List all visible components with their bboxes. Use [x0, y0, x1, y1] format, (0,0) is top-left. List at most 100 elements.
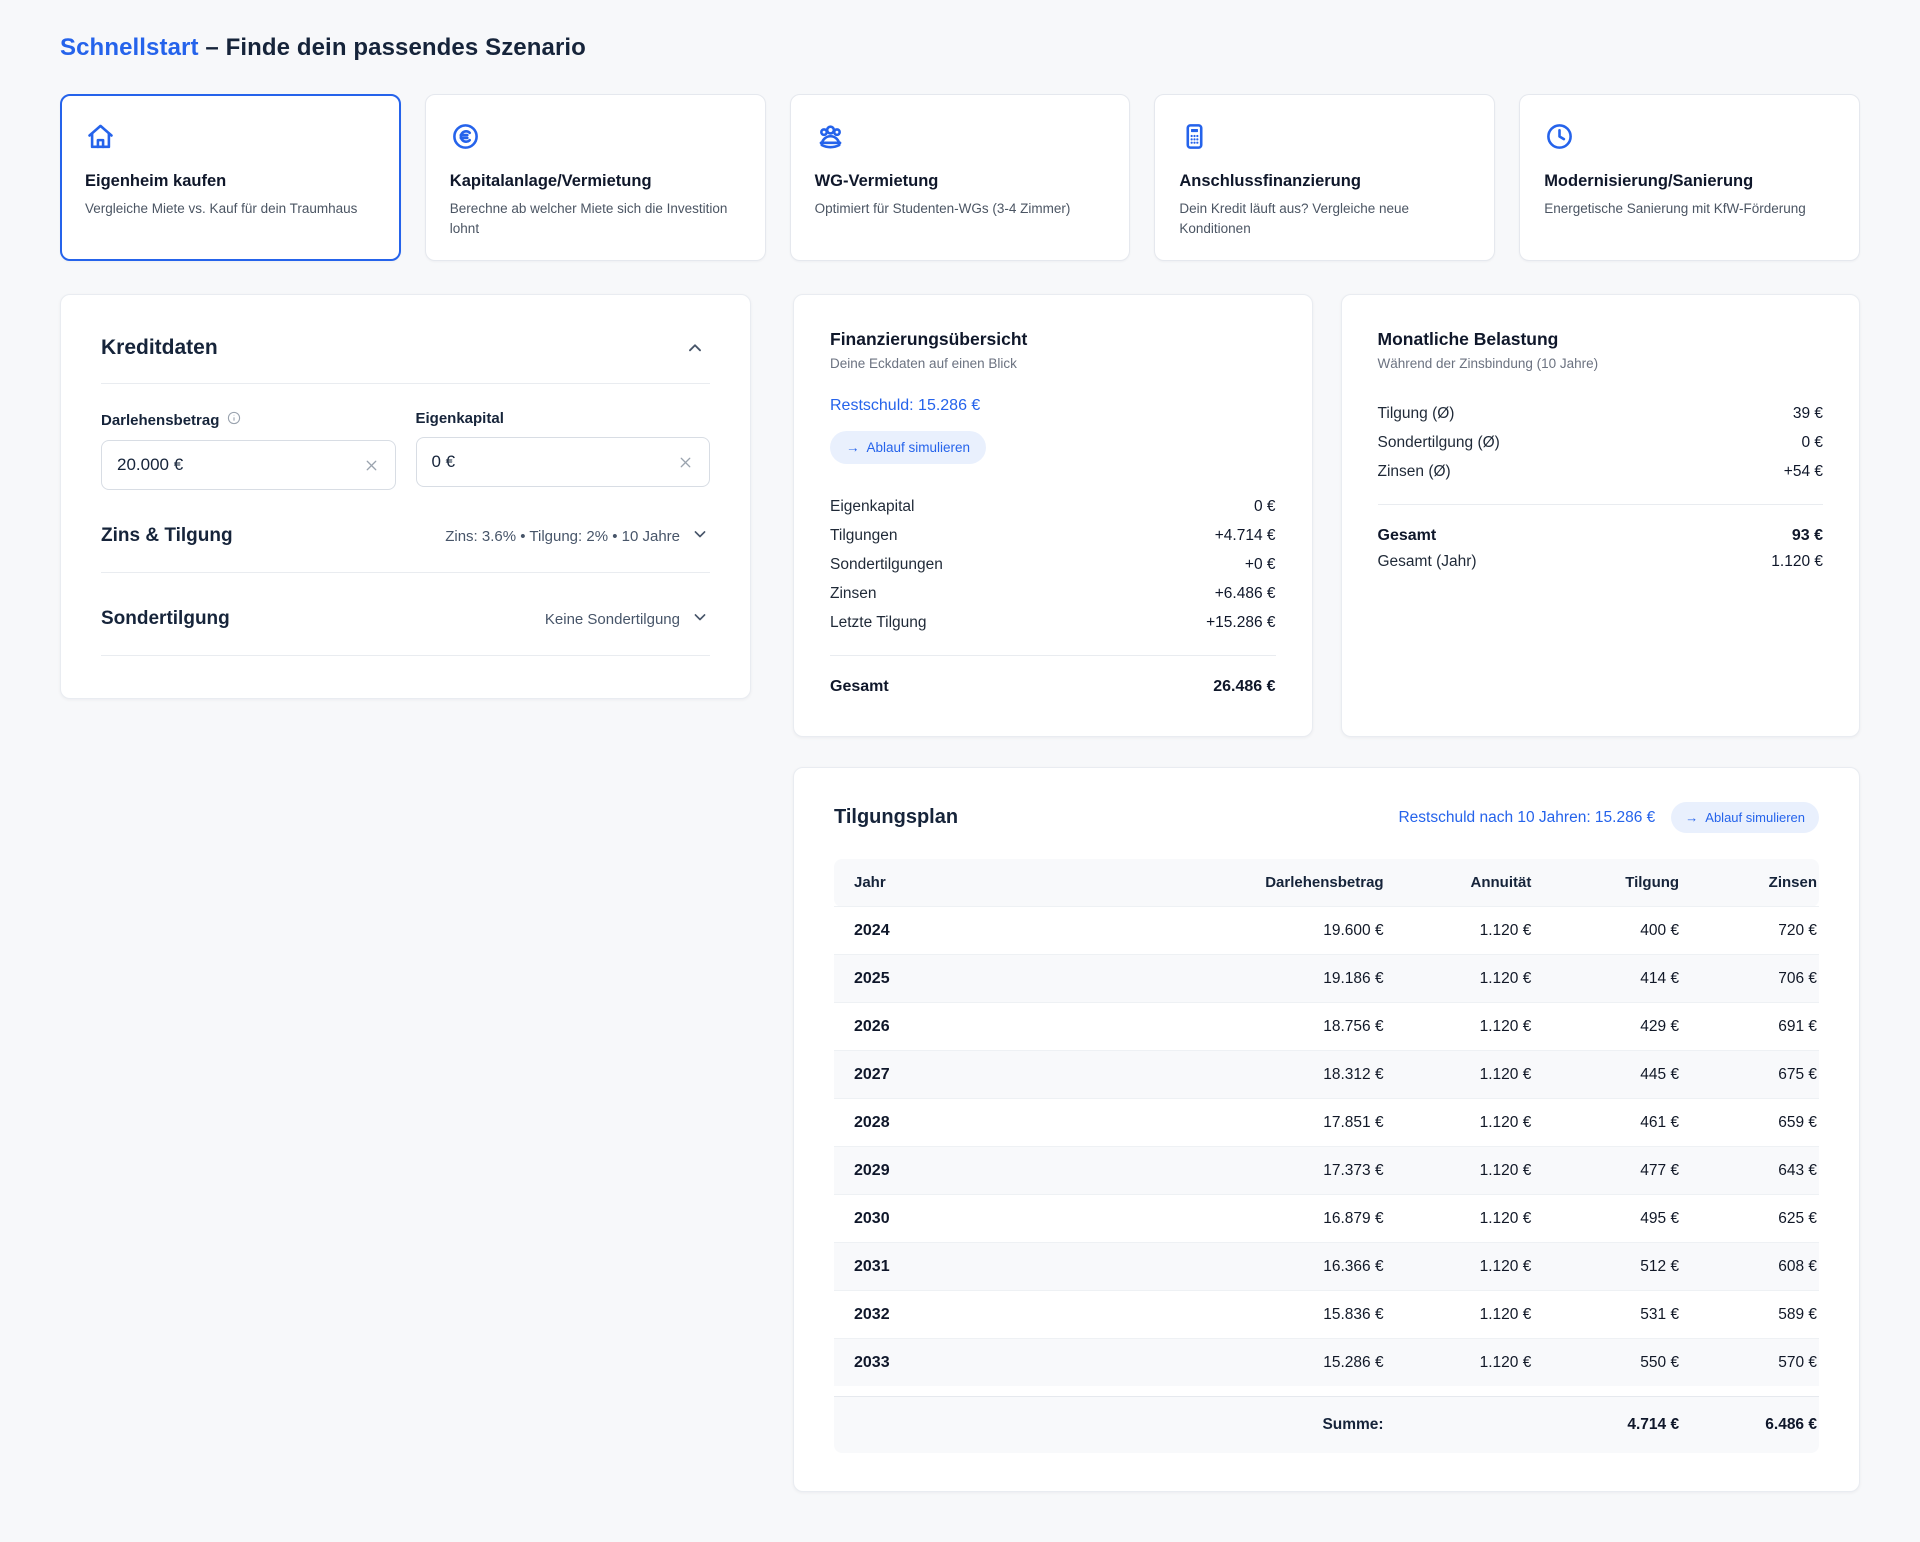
cell-tilgung: 400 € [1533, 907, 1681, 955]
home-icon [85, 121, 376, 157]
restschuld-link[interactable]: Restschuld: 15.286 € [830, 397, 980, 415]
card-title: Kapitalanlage/Vermietung [450, 172, 741, 191]
scenario-cards: Eigenheim kaufen Vergleiche Miete vs. Ka… [60, 94, 1860, 261]
monatliche-belastung-title: Monatliche Belastung [1378, 329, 1824, 350]
cell-darlehensbetrag: 19.600 € [1031, 907, 1386, 955]
column-header-annuitaet: Annuität [1386, 859, 1534, 907]
tilgungsplan-title: Tilgungsplan [834, 806, 958, 829]
cell-zinsen: 720 € [1681, 907, 1819, 955]
row-label: Eigenkapital [830, 498, 914, 516]
finanzierung-row: Letzte Tilgung +15.286 € [830, 608, 1276, 637]
cell-jahr: 2026 [834, 1003, 1031, 1051]
scenario-card-modernisierung[interactable]: Modernisierung/Sanierung Energetische Sa… [1519, 94, 1860, 261]
cell-tilgung: 477 € [1533, 1147, 1681, 1195]
cell-darlehensbetrag: 16.879 € [1031, 1195, 1386, 1243]
row-label: Tilgung (Ø) [1378, 405, 1455, 423]
divider [1378, 504, 1824, 505]
restschuld-nach-10-jahren-link[interactable]: Restschuld nach 10 Jahren: 15.286 € [1398, 809, 1655, 827]
cell-zinsen: 589 € [1681, 1291, 1819, 1339]
scenario-card-anschlussfinanzierung[interactable]: Anschlussfinanzierung Dein Kredit läuft … [1154, 94, 1495, 261]
total-year-value: 1.120 € [1771, 553, 1823, 571]
finanzierungsuebersicht-title: Finanzierungsübersicht [830, 329, 1276, 350]
tilgungsplan-panel: Tilgungsplan Restschuld nach 10 Jahren: … [793, 767, 1860, 1492]
belastung-rows: Tilgung (Ø)39 € Sondertilgung (Ø)0 € Zin… [1378, 399, 1824, 486]
finanzierung-row: Tilgungen +4.714 € [830, 521, 1276, 550]
darlehensbetrag-field: Darlehensbetrag [101, 410, 396, 490]
tilgungsplan-table: Jahr Darlehensbetrag Annuität Tilgung Zi… [834, 859, 1819, 1386]
sondertilgung-row[interactable]: Sondertilgung Keine Sondertilgung [101, 607, 710, 656]
row-label: Letzte Tilgung [830, 614, 927, 632]
cell-zinsen: 643 € [1681, 1147, 1819, 1195]
kreditdaten-panel: Kreditdaten Darlehensbetrag [60, 294, 751, 699]
eigenkapital-input[interactable] [432, 452, 675, 472]
table-row: 202817.851 €1.120 €461 €659 € [834, 1099, 1819, 1147]
total-label: Gesamt [830, 678, 889, 696]
row-label: Tilgungen [830, 527, 898, 545]
cell-tilgung: 414 € [1533, 955, 1681, 1003]
cell-darlehensbetrag: 16.366 € [1031, 1243, 1386, 1291]
table-row: 203315.286 €1.120 €550 €570 € [834, 1339, 1819, 1387]
table-row: 202519.186 €1.120 €414 €706 € [834, 955, 1819, 1003]
cell-jahr: 2031 [834, 1243, 1031, 1291]
summe-zinsen: 6.486 € [1681, 1416, 1819, 1434]
ablauf-simulieren-button[interactable]: → Ablauf simulieren [830, 431, 986, 464]
cell-jahr: 2030 [834, 1195, 1031, 1243]
eigenkapital-label: Eigenkapital [416, 410, 504, 427]
zins-tilgung-label: Zins & Tilgung [101, 525, 233, 547]
finanzierung-row: Eigenkapital0 € [830, 492, 1276, 521]
row-value: +4.714 € [1215, 527, 1276, 545]
cell-zinsen: 675 € [1681, 1051, 1819, 1099]
main-area: Kreditdaten Darlehensbetrag [60, 294, 1860, 1492]
row-value: +15.286 € [1206, 614, 1275, 632]
card-description: Dein Kredit läuft aus? Vergleiche neue K… [1179, 199, 1470, 238]
card-description: Vergleiche Miete vs. Kauf für dein Traum… [85, 199, 376, 219]
page: Schnellstart – Finde dein passendes Szen… [0, 0, 1920, 1542]
table-row: 203215.836 €1.120 €531 €589 € [834, 1291, 1819, 1339]
arrow-right-icon: → [1685, 810, 1698, 825]
darlehensbetrag-input-wrap [101, 440, 396, 490]
row-value: 39 € [1793, 405, 1823, 423]
info-icon[interactable] [226, 410, 242, 430]
arrow-right-icon: → [846, 440, 860, 455]
cell-annuitaet: 1.120 € [1386, 1243, 1534, 1291]
row-value: 0 € [1801, 434, 1823, 452]
summe-row: Summe: 4.714 € 6.486 € [834, 1396, 1819, 1453]
card-description: Berechne ab welcher Miete sich die Inves… [450, 199, 741, 238]
table-row: 203016.879 €1.120 €495 €625 € [834, 1195, 1819, 1243]
cell-zinsen: 608 € [1681, 1243, 1819, 1291]
cell-jahr: 2027 [834, 1051, 1031, 1099]
users-icon [815, 121, 1106, 157]
collapse-button[interactable] [680, 333, 710, 363]
cell-zinsen: 691 € [1681, 1003, 1819, 1051]
cell-annuitaet: 1.120 € [1386, 955, 1534, 1003]
cell-jahr: 2033 [834, 1339, 1031, 1387]
cell-darlehensbetrag: 18.756 € [1031, 1003, 1386, 1051]
finanzierungsuebersicht-panel: Finanzierungsübersicht Deine Eckdaten au… [793, 294, 1313, 737]
cell-annuitaet: 1.120 € [1386, 1099, 1534, 1147]
ablauf-simulieren-button[interactable]: → Ablauf simulieren [1671, 802, 1819, 833]
scenario-card-eigenheim[interactable]: Eigenheim kaufen Vergleiche Miete vs. Ka… [60, 94, 401, 261]
cell-tilgung: 445 € [1533, 1051, 1681, 1099]
chevron-up-icon [684, 347, 706, 362]
table-row: 202618.756 €1.120 €429 €691 € [834, 1003, 1819, 1051]
clear-darlehensbetrag-button[interactable] [360, 454, 383, 477]
chevron-down-icon [690, 607, 710, 631]
scenario-card-kapitalanlage[interactable]: Kapitalanlage/Vermietung Berechne ab wel… [425, 94, 766, 261]
zins-tilgung-row[interactable]: Zins & Tilgung Zins: 3.6% • Tilgung: 2% … [101, 524, 710, 573]
cell-tilgung: 461 € [1533, 1099, 1681, 1147]
darlehensbetrag-input[interactable] [117, 455, 360, 475]
card-title: WG-Vermietung [815, 172, 1106, 191]
belastung-row: Zinsen (Ø)+54 € [1378, 457, 1824, 486]
eigenkapital-input-wrap [416, 437, 711, 487]
clear-eigenkapital-button[interactable] [674, 451, 697, 474]
cell-darlehensbetrag: 17.373 € [1031, 1147, 1386, 1195]
scenario-card-wg-vermietung[interactable]: WG-Vermietung Optimiert für Studenten-WG… [790, 94, 1131, 261]
belastung-total-year: Gesamt (Jahr) 1.120 € [1378, 549, 1824, 575]
page-title: Schnellstart – Finde dein passendes Szen… [60, 34, 1860, 62]
cell-annuitaet: 1.120 € [1386, 1195, 1534, 1243]
cell-tilgung: 429 € [1533, 1003, 1681, 1051]
cell-darlehensbetrag: 18.312 € [1031, 1051, 1386, 1099]
close-icon [363, 462, 380, 477]
row-value: +6.486 € [1215, 585, 1276, 603]
finanzierung-total: Gesamt 26.486 € [830, 674, 1276, 700]
